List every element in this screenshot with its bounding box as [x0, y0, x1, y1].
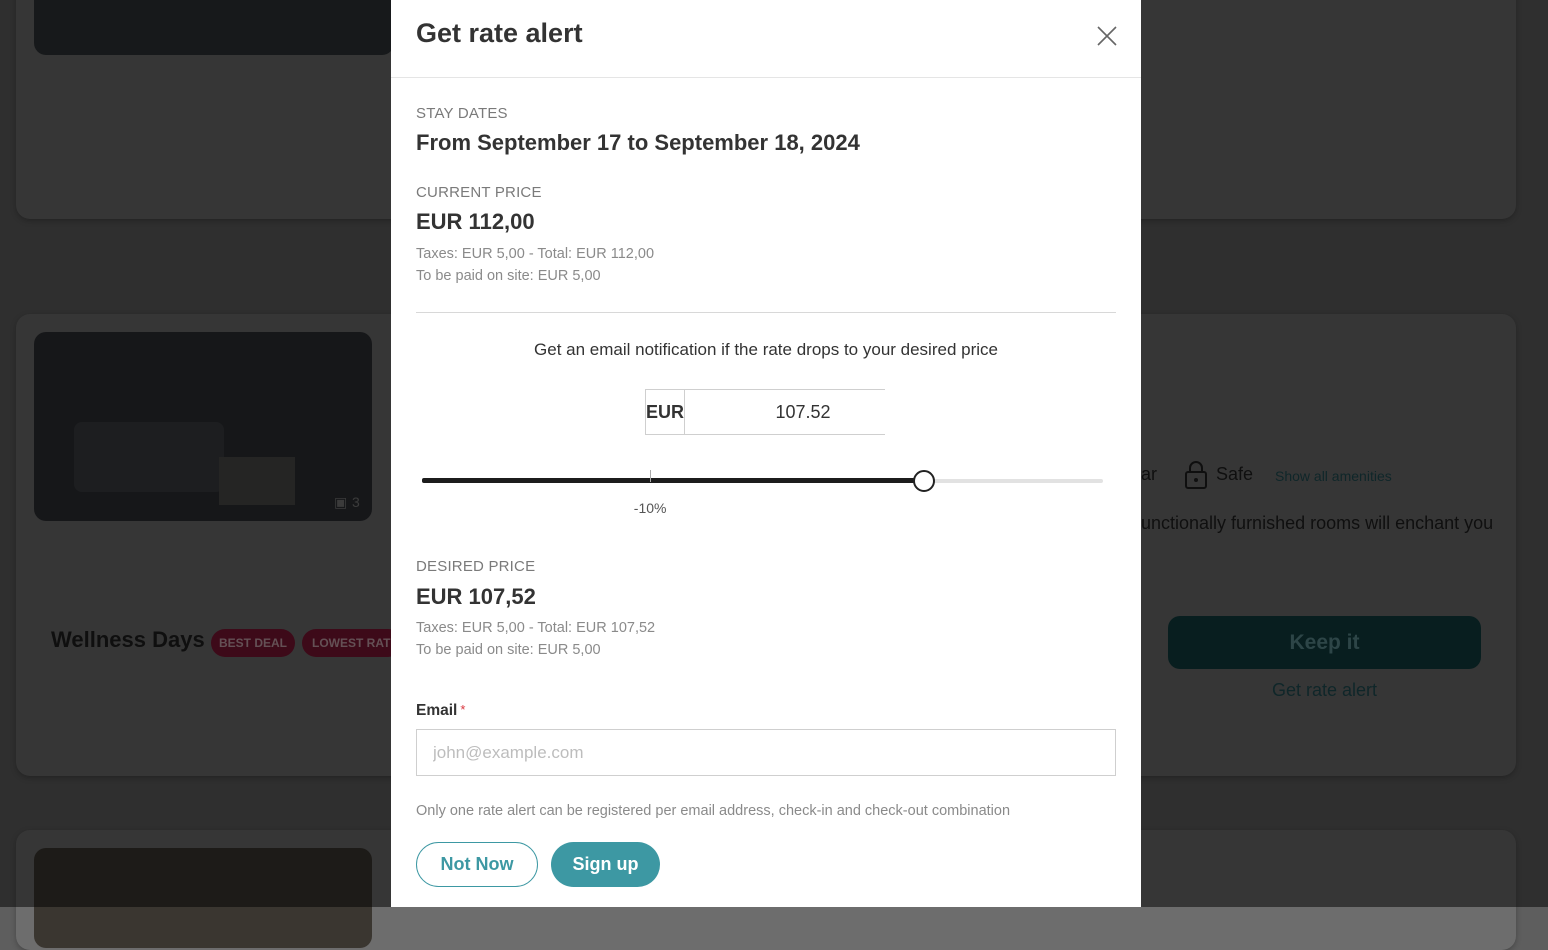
modal-header: Get rate alert — [391, 0, 1141, 78]
rate-alert-modal: Get rate alert STAY DATES From September… — [391, 0, 1141, 907]
price-slider[interactable] — [422, 470, 1103, 492]
sign-up-button[interactable]: Sign up — [551, 842, 660, 887]
stay-dates-value: From September 17 to September 18, 2024 — [416, 130, 860, 155]
desired-onsite: To be paid on site: EUR 5,00 — [416, 642, 601, 658]
not-now-button[interactable]: Not Now — [416, 842, 538, 887]
desired-amount-field: EUR — [645, 389, 922, 435]
slider-tick — [650, 470, 652, 482]
rate-alert-notice: Only one rate alert can be registered pe… — [416, 803, 1011, 819]
slider-fill — [422, 478, 924, 483]
desired-amount-input[interactable] — [685, 390, 922, 434]
desired-price-label: DESIRED PRICE — [416, 558, 536, 575]
current-price-label: CURRENT PRICE — [416, 184, 542, 201]
email-label-text: Email — [416, 702, 458, 719]
stay-dates-label: STAY DATES — [416, 105, 508, 122]
email-input[interactable] — [416, 729, 1116, 776]
currency-label: EUR — [646, 390, 686, 434]
notification-text: Get an email notification if the rate dr… — [534, 340, 998, 359]
current-price-value: EUR 112,00 — [416, 209, 535, 234]
email-label: Email * — [416, 702, 465, 720]
close-icon[interactable] — [1095, 24, 1119, 48]
section-divider — [416, 312, 1116, 313]
required-mark: * — [460, 702, 466, 717]
slider-thumb[interactable] — [912, 470, 935, 492]
desired-price-value: EUR 107,52 — [416, 584, 536, 609]
current-onsite: To be paid on site: EUR 5,00 — [416, 268, 601, 284]
desired-taxes: Taxes: EUR 5,00 - Total: EUR 107,52 — [416, 620, 656, 636]
current-taxes: Taxes: EUR 5,00 - Total: EUR 112,00 — [416, 246, 655, 262]
modal-title: Get rate alert — [416, 18, 583, 48]
slider-tick-label: -10% — [633, 500, 667, 516]
